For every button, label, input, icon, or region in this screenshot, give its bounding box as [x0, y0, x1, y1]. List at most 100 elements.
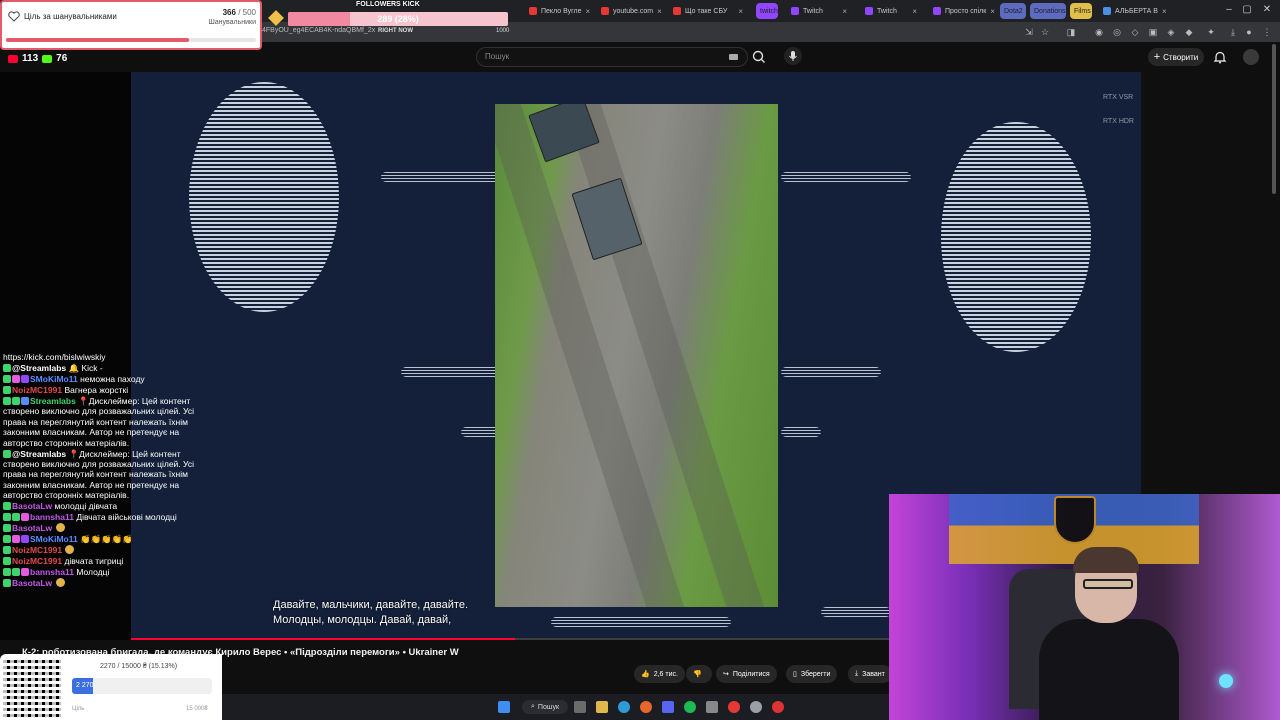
file-explorer-icon[interactable]: [596, 701, 608, 713]
tab-close-icon[interactable]: ×: [1162, 7, 1166, 16]
extension-icon[interactable]: ◆: [1184, 27, 1194, 37]
extension-icon[interactable]: ◇: [1130, 27, 1140, 37]
windows-start-icon[interactable]: [498, 701, 510, 713]
extension-icon[interactable]: ◈: [1166, 27, 1176, 37]
chat-message: Streamlabs 📍Дисклеймер: Цей контент ство…: [3, 396, 218, 448]
glasses: [1083, 579, 1133, 589]
download-label: Завант: [862, 670, 885, 678]
close-icon[interactable]: ✕: [1260, 4, 1274, 15]
browser-tab[interactable]: Twitch ×: [786, 3, 852, 19]
chat-text: Молодці: [76, 567, 110, 578]
browser-tab[interactable]: Twitch ×: [860, 3, 922, 19]
account-avatar[interactable]: [1243, 49, 1259, 65]
browser-tab[interactable]: Що таке СБУ ×: [668, 3, 748, 19]
browser-tab[interactable]: Donations: [1030, 3, 1066, 19]
tab-label: Twitch: [877, 7, 897, 15]
browser-tab[interactable]: Films: [1070, 3, 1092, 19]
bookmark-star-icon[interactable]: ☆: [1040, 27, 1050, 37]
chat-badge-icon: [3, 513, 11, 522]
tab-close-icon[interactable]: ×: [842, 7, 847, 16]
donation-goal-widget: 2270 / 15000 ₴ (15.13%) 2 270 Ціль 15 00…: [0, 654, 222, 720]
blurred-background-shape: [821, 607, 891, 617]
page-scrollbar[interactable]: [1272, 44, 1276, 194]
chat-username[interactable]: BasotaLw: [12, 523, 52, 533]
chat-username[interactable]: NoizMC1991: [12, 545, 62, 555]
browser-tab[interactable]: Пекло Вугле ×: [524, 3, 592, 19]
puzzle-icon[interactable]: ✦: [1206, 27, 1216, 37]
tab-close-icon[interactable]: ×: [738, 7, 743, 16]
tab-close-icon[interactable]: ×: [586, 7, 591, 16]
menu-dots-icon[interactable]: ⋮: [1262, 27, 1272, 37]
browser-tab[interactable]: Просто спілк ×: [928, 3, 996, 19]
youtube-icon: [8, 54, 18, 63]
extension-icon[interactable]: ◨: [1066, 27, 1076, 37]
dislike-button[interactable]: 👎: [686, 665, 712, 683]
blurred-background-shape: [781, 172, 911, 182]
tab-label: Donations: [1034, 7, 1066, 15]
browser-tab[interactable]: АЛЬБЕРТА В ×: [1098, 3, 1166, 19]
maximize-icon[interactable]: ▢: [1240, 4, 1254, 15]
chat-badge-icon: [3, 502, 11, 511]
tab-label: twitch: [760, 7, 778, 15]
download-button[interactable]: ⤓ Завант: [848, 665, 892, 683]
spotify-icon[interactable]: [684, 701, 696, 713]
chat-message: NoizMC1991 Вагнера жорсткі: [3, 385, 218, 395]
create-button[interactable]: + Створити: [1148, 48, 1204, 66]
profile-icon[interactable]: ●: [1244, 27, 1254, 37]
rtx-hdr-badge: RTX HDR: [1103, 118, 1134, 125]
install-icon[interactable]: ⇲: [1024, 27, 1034, 37]
keyboard-icon[interactable]: [729, 54, 738, 60]
minimize-icon[interactable]: –: [1222, 4, 1236, 15]
task-view-icon[interactable]: [574, 701, 586, 713]
download-icon[interactable]: ⤓: [1228, 27, 1238, 37]
chat-username[interactable]: bannsha11: [30, 512, 74, 522]
tab-label: АЛЬБЕРТА В: [1115, 7, 1158, 15]
chat-message: https://kick.com/bislwiwskiy: [3, 352, 218, 362]
edge-icon[interactable]: [618, 701, 630, 713]
chat-username[interactable]: @Streamlabs: [12, 363, 66, 373]
chat-username[interactable]: BasotaLw: [12, 578, 52, 588]
browser-tab[interactable]: youtube.com ×: [596, 3, 664, 19]
chat-username[interactable]: SMoKiMo11: [30, 534, 78, 544]
extension-icon[interactable]: ◉: [1094, 27, 1104, 37]
chat-message: BasotaLw молодці дівчата: [3, 501, 218, 511]
emote-icon: [65, 545, 75, 555]
search-input[interactable]: Пошук: [476, 47, 748, 67]
search-button[interactable]: [748, 47, 770, 67]
chat-username[interactable]: Streamlabs: [30, 396, 76, 406]
firefox-icon[interactable]: [640, 701, 652, 713]
tab-close-icon[interactable]: ×: [990, 7, 995, 16]
share-label: Поділитися: [732, 670, 770, 678]
notifications-button[interactable]: [1213, 50, 1227, 64]
extension-icon[interactable]: ▣: [1148, 27, 1158, 37]
donation-amount: 2 270: [76, 682, 94, 689]
tab-favicon-icon: [601, 7, 609, 15]
chat-username[interactable]: bannsha11: [30, 567, 74, 577]
voice-search-button[interactable]: [784, 47, 802, 65]
chat-message: BasotaLw: [3, 523, 218, 533]
settings-icon[interactable]: [750, 701, 762, 713]
chat-username[interactable]: BasotaLw: [12, 501, 52, 511]
obs-icon[interactable]: [772, 701, 784, 713]
discord-icon[interactable]: [662, 701, 674, 713]
chat-badge-icon: [12, 513, 20, 522]
gem-icon: [268, 10, 284, 26]
viewer-counters: 113 76: [8, 53, 67, 64]
share-button[interactable]: ↪ Поділитися: [716, 665, 777, 683]
taskbar-search[interactable]: ⌕ Пошук: [522, 700, 568, 714]
save-button[interactable]: ▯ Зберегти: [786, 665, 838, 683]
browser-tab[interactable]: twitch: [756, 3, 778, 19]
chat-username[interactable]: SMoKiMo11: [30, 374, 78, 384]
chat-username[interactable]: NoizMC1991: [12, 556, 62, 566]
chat-username[interactable]: @Streamlabs: [12, 449, 66, 459]
app-icon[interactable]: [706, 701, 718, 713]
chat-username[interactable]: NoizMC1991: [12, 385, 62, 395]
create-label: Створити: [1163, 52, 1199, 62]
tab-close-icon[interactable]: ×: [657, 7, 662, 16]
browser-tab[interactable]: Dota2: [1000, 3, 1026, 19]
like-button[interactable]: 👍 2,6 тис.: [634, 665, 685, 683]
tab-close-icon[interactable]: ×: [912, 7, 917, 16]
chrome-icon[interactable]: [728, 701, 740, 713]
tab-label: Просто спілк: [945, 7, 987, 15]
extension-icon[interactable]: ◎: [1112, 27, 1122, 37]
